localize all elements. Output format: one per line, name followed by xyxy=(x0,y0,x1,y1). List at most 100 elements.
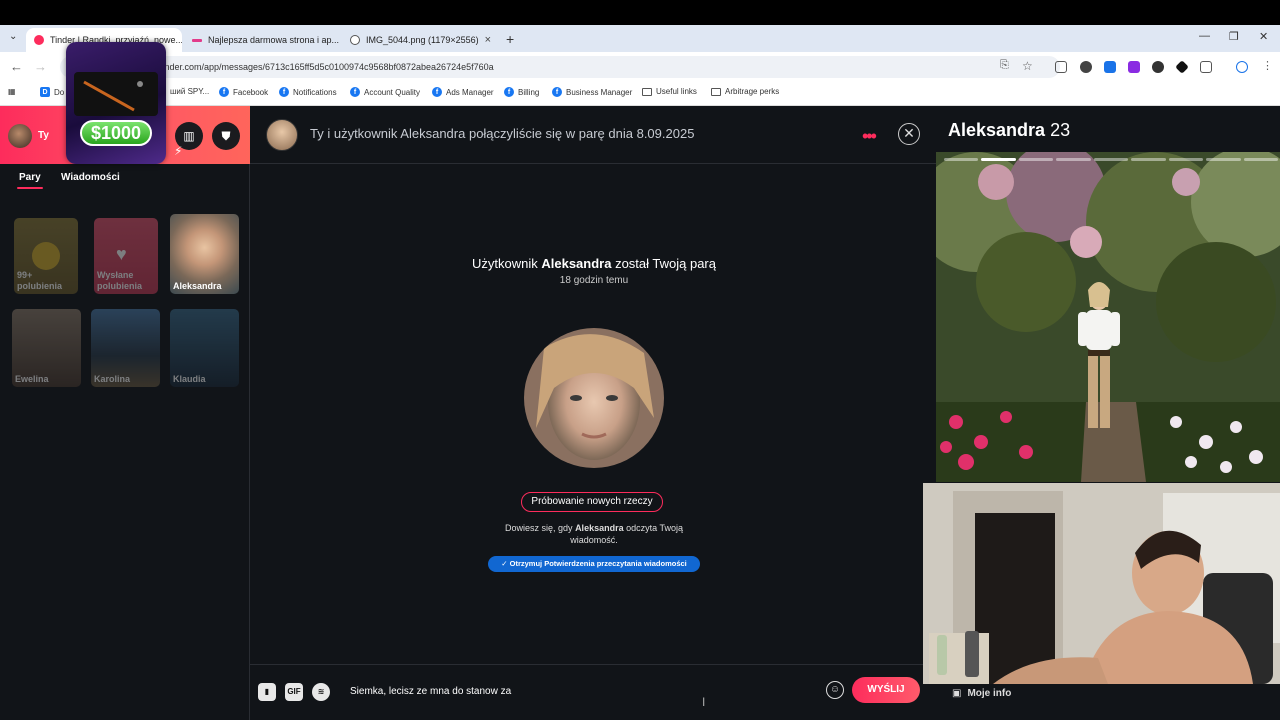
more-options-icon[interactable]: ••• xyxy=(862,126,877,147)
sent-likes-card[interactable]: ♥ Wysłane polubienia xyxy=(94,218,158,294)
bookmark-label: Billing xyxy=(518,87,540,97)
minimize-icon[interactable]: — xyxy=(1199,30,1210,42)
extension-diamond-icon[interactable] xyxy=(1175,60,1189,74)
photo-pager-bar[interactable] xyxy=(1018,158,1054,161)
photo-pager-bar[interactable] xyxy=(1056,158,1091,161)
chat-panel: Ty i użytkownik Aleksandra połączyliście… xyxy=(250,106,936,720)
profile-age: 23 xyxy=(1050,120,1071,140)
card-label: Karolina xyxy=(94,374,131,384)
facebook-icon: f xyxy=(432,87,442,97)
my-profile-label[interactable]: Ty xyxy=(38,130,49,141)
profile-photo[interactable] xyxy=(936,152,1280,482)
read-receipts-button[interactable]: ✓ Otrzymuj Potwierdzenia przeczytania wi… xyxy=(488,556,700,572)
match-card-aleksandra[interactable]: Aleksandra xyxy=(170,214,239,294)
bookmark-arbitrage-perks[interactable]: Arbitrage perks xyxy=(711,87,779,96)
url-input[interactable]: tinder.com/app/messages/6713c165ff5d5c01… xyxy=(60,56,1060,78)
match-card-ewelina[interactable]: Ewelina xyxy=(12,309,81,387)
gif-button[interactable]: GIF xyxy=(285,683,303,701)
browser-menu-icon[interactable]: ⋮ xyxy=(1262,59,1273,72)
contact-card-icon[interactable]: ▮ xyxy=(258,683,276,701)
bookmark-label: ший SPY... xyxy=(170,87,210,96)
my-info-link[interactable]: ▣ Moje info xyxy=(952,688,1011,699)
facebook-icon: f xyxy=(219,87,229,97)
bookmark-doc[interactable]: D Do xyxy=(40,87,64,97)
maximize-icon[interactable]: ❐ xyxy=(1229,30,1239,43)
bookmark-label: Do xyxy=(54,87,65,97)
tab-title: Najlepsza darmowa strona i ap... xyxy=(208,35,340,45)
address-bar-row: ← → tinder.com/app/messages/6713c165ff5d… xyxy=(0,52,1280,82)
gold-heart-icon xyxy=(32,242,60,270)
photo-pager-bar[interactable] xyxy=(981,158,1016,161)
tab-second[interactable]: Najlepsza darmowa strona i ap... × xyxy=(184,28,340,52)
extension-icon[interactable] xyxy=(1080,61,1092,73)
bookmark-notifications[interactable]: f Notifications xyxy=(279,87,337,97)
back-arrow-icon[interactable]: ← xyxy=(10,59,23,74)
tab-image[interactable]: IMG_5044.png (1179×2556) × xyxy=(342,28,498,52)
interest-pill: Próbowanie nowych rzeczy xyxy=(521,492,663,512)
apps-grid-icon[interactable]: ▦ xyxy=(8,87,16,96)
bookmark-label: Ads Manager xyxy=(446,87,494,97)
match-photo[interactable] xyxy=(524,328,664,468)
match-card-klaudia[interactable]: Klaudia xyxy=(170,309,239,387)
bookmark-account-quality[interactable]: f Account Quality xyxy=(350,87,420,97)
match-avatar[interactable] xyxy=(266,119,298,151)
tab-matches[interactable]: Pary xyxy=(17,172,43,189)
message-input[interactable]: Siemka, lecisz ze mna do stanow za xyxy=(350,683,810,701)
extensions-puzzle-icon[interactable] xyxy=(1200,61,1212,73)
facebook-icon: f xyxy=(350,87,360,97)
folder-icon xyxy=(711,87,721,96)
card-label: Aleksandra xyxy=(173,281,222,291)
tinder-flame-icon xyxy=(34,35,44,45)
bookmark-ads-manager[interactable]: f Ads Manager xyxy=(432,87,494,97)
bookmark-useful-links[interactable]: Useful links xyxy=(642,87,697,96)
bookmark-label: Account Quality xyxy=(364,87,421,97)
safety-shield-icon[interactable]: ⛊ xyxy=(212,122,240,150)
likes-card[interactable]: 99+ polubienia xyxy=(14,218,78,294)
bookmark-star-icon[interactable]: ☆ xyxy=(1022,59,1033,73)
card-label: Klaudia xyxy=(173,374,206,384)
close-chat-icon[interactable]: ✕ xyxy=(898,123,920,145)
forward-arrow-icon[interactable]: → xyxy=(34,59,47,74)
window-close-icon[interactable]: ✕ xyxy=(1259,30,1268,43)
bookmark-spy[interactable]: ший SPY... xyxy=(170,87,209,96)
tab-messages[interactable]: Wiadomości xyxy=(61,172,120,183)
send-button[interactable]: WYŚLIJ xyxy=(852,677,920,703)
screen: ⌄ Tinder | Randki, przyjaźń, nowe... × N… xyxy=(0,0,1280,720)
webcam-graphic xyxy=(923,483,1280,684)
new-tab-plus-icon[interactable]: + xyxy=(506,31,514,47)
chat-header: Ty i użytkownik Aleksandra połączyliście… xyxy=(250,106,936,164)
tab-search-chevron-icon[interactable]: ⌄ xyxy=(9,31,17,42)
match-announcement: Użytkownik Aleksandra został Twoją parą … xyxy=(470,256,718,286)
info-person-icon: ▣ xyxy=(952,688,962,699)
globe-icon xyxy=(350,35,360,45)
emoji-icon[interactable]: ☺ xyxy=(826,681,844,699)
extension-purple-icon[interactable] xyxy=(1128,61,1140,73)
promo-screen xyxy=(74,72,158,116)
photo-pager-bar[interactable] xyxy=(1168,158,1204,161)
match-announcement-text: Użytkownik Aleksandra został Twoją parą xyxy=(470,256,718,272)
card-label: 99+ polubienia xyxy=(17,270,62,291)
profile-avatar-icon[interactable] xyxy=(1236,61,1248,73)
my-avatar[interactable] xyxy=(8,124,32,148)
photo-pager-bar[interactable] xyxy=(1093,158,1129,161)
tab-close-icon[interactable]: × xyxy=(485,34,491,46)
match-card-karolina[interactable]: Karolina xyxy=(91,309,160,387)
photo-pager-bar[interactable] xyxy=(1206,158,1241,161)
match-photo-graphic xyxy=(524,328,664,468)
extension-dark-icon[interactable] xyxy=(1152,61,1164,73)
photo-pager-bar[interactable] xyxy=(1243,158,1278,161)
camera-extension-icon[interactable] xyxy=(1055,61,1067,73)
lightning-icon: ⚡ xyxy=(174,144,183,158)
photo-pager-bar[interactable] xyxy=(1131,158,1166,161)
promo-cash-badge: $1000 xyxy=(80,120,152,146)
bookmark-label: Arbitrage perks xyxy=(725,87,780,96)
spotify-icon[interactable]: ≋ xyxy=(312,683,330,701)
bookmark-facebook[interactable]: f Facebook xyxy=(219,87,268,97)
bookmark-billing[interactable]: f Billing xyxy=(504,87,539,97)
bookmark-business-manager[interactable]: f Business Manager xyxy=(552,87,632,97)
photo-pager-bar[interactable] xyxy=(944,158,979,161)
extension-blue-icon[interactable] xyxy=(1104,61,1116,73)
install-app-icon[interactable]: ⎘ xyxy=(1000,59,1009,72)
text-cursor-icon: I xyxy=(702,695,706,709)
bookmark-favicon-icon: D xyxy=(40,87,50,97)
